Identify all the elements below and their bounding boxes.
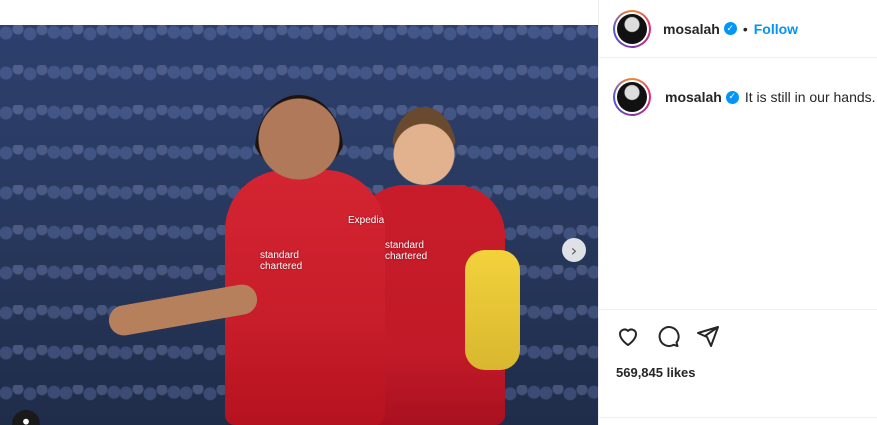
player-teammate-head: [392, 107, 456, 193]
shirt-text-b: standard chartered: [385, 240, 428, 262]
caption-username-link[interactable]: mosalah: [665, 89, 722, 105]
post-header: mosalah ✓ • Follow: [599, 0, 877, 58]
avatar[interactable]: [613, 9, 651, 48]
shirt-sponsor-a: Expedia: [348, 215, 385, 226]
like-count[interactable]: 569,845 likes: [616, 365, 696, 380]
user-icon: [23, 418, 29, 425]
opponent-player: [465, 250, 520, 370]
comment-icon: [658, 326, 680, 348]
caption-text: It is still in our hands.: [744, 89, 876, 105]
post-sidebar: mosalah ✓ • Follow mosalah ✓ It is still…: [598, 0, 877, 425]
verified-check-icon: ✓: [723, 22, 737, 35]
carousel-next-button[interactable]: ›: [562, 238, 586, 262]
bottom-divider: [599, 417, 877, 418]
username-link[interactable]: mosalah: [663, 21, 720, 37]
shirt-text-a: standard chartered: [260, 250, 303, 272]
actions-divider: [599, 309, 877, 310]
avatar-ring: [615, 11, 649, 46]
post-actions: [616, 324, 720, 348]
heart-icon: [619, 328, 637, 346]
comment-button[interactable]: [656, 324, 680, 348]
avatar-photo: [617, 82, 647, 112]
verified-check-icon: ✓: [725, 90, 739, 104]
player-celebrating-head: [255, 95, 343, 205]
share-button[interactable]: [696, 324, 720, 348]
avatar-photo: [617, 13, 647, 44]
send-icon: [697, 326, 719, 347]
chevron-right-icon: ›: [570, 240, 578, 260]
post-caption: mosalah ✓ It is still in our hands.: [613, 78, 876, 116]
separator-dot: •: [742, 20, 748, 37]
like-button[interactable]: [616, 324, 640, 348]
post-media[interactable]: Expedia standard chartered standard char…: [0, 25, 598, 425]
follow-button[interactable]: Follow: [754, 21, 798, 37]
avatar-ring: [615, 80, 649, 114]
caption-avatar[interactable]: [613, 78, 651, 116]
